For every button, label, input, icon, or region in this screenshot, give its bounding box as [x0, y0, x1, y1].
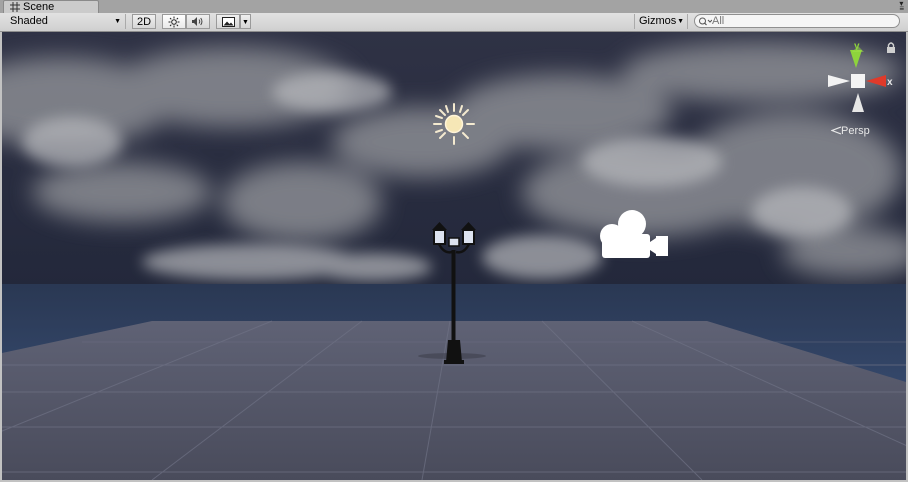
- 2d-toggle-button[interactable]: 2D: [132, 14, 156, 29]
- lighting-toggle-button[interactable]: [162, 14, 186, 29]
- scene-viewport[interactable]: y x Persp: [2, 32, 906, 480]
- grid-icon: [10, 2, 20, 12]
- gizmos-dropdown[interactable]: Gizmos ▼: [634, 14, 688, 29]
- shading-mode-label: Shaded: [10, 15, 48, 27]
- effects-toggle-button[interactable]: [216, 14, 240, 29]
- audio-toggle-button[interactable]: [186, 14, 210, 29]
- tab-label: Scene: [23, 1, 55, 13]
- directional-light-icon[interactable]: [432, 102, 476, 146]
- street-lamp[interactable]: [430, 220, 480, 365]
- search-field[interactable]: [694, 14, 900, 28]
- orientation-gizmo[interactable]: y x: [822, 40, 894, 114]
- gizmos-label: Gizmos: [639, 15, 677, 27]
- effects-dropdown-button[interactable]: ▼: [240, 14, 251, 29]
- y-axis-label: y: [854, 41, 860, 52]
- tab-bar: Scene ▾ ≡: [0, 0, 908, 14]
- perspective-icon: [830, 126, 842, 135]
- speaker-icon: [192, 17, 203, 26]
- tab-scene[interactable]: Scene: [3, 0, 99, 14]
- chevron-down-icon: ▼: [677, 18, 684, 25]
- shading-mode-dropdown[interactable]: Shaded ▼: [4, 14, 126, 29]
- tab-menu-icon[interactable]: ▾ ≡: [899, 0, 904, 13]
- lock-icon[interactable]: [886, 42, 896, 53]
- chevron-down-icon: ▼: [114, 18, 121, 25]
- search-icon: [699, 17, 712, 26]
- image-icon: [221, 16, 235, 27]
- projection-toggle[interactable]: Persp: [830, 125, 870, 137]
- search-input[interactable]: [712, 15, 892, 27]
- scene-toolbar: Shaded ▼ 2D ▼ Gizmos ▼: [0, 13, 908, 32]
- camera-icon[interactable]: [598, 206, 674, 260]
- projection-label: Persp: [841, 125, 870, 137]
- x-axis-label: x: [887, 77, 893, 88]
- sun-icon: [168, 16, 180, 27]
